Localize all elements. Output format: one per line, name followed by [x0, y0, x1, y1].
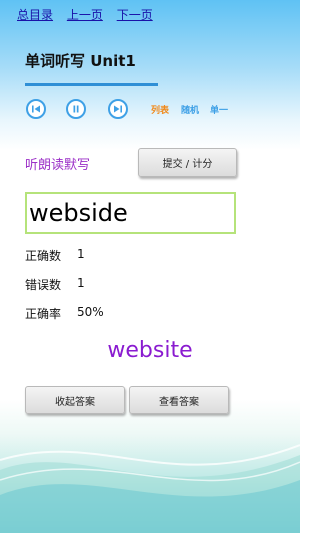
dictation-label: 听朗读默写	[25, 158, 91, 173]
mode-single-toggle[interactable]: 单一	[210, 103, 228, 116]
answer-input[interactable]	[25, 192, 236, 234]
skip-next-icon	[114, 105, 122, 113]
correct-answer-word: website	[107, 338, 193, 363]
wrong-count-value: 1	[77, 276, 85, 290]
submit-score-button[interactable]: 提交 / 计分	[138, 148, 237, 177]
accuracy-label: 正确率	[25, 307, 62, 321]
accuracy-value: 50%	[77, 305, 104, 319]
next-button[interactable]	[108, 99, 128, 119]
previous-button[interactable]	[26, 99, 46, 119]
nav-prev-link[interactable]: 上一页	[67, 8, 103, 22]
pause-icon	[73, 105, 79, 113]
pause-button[interactable]	[66, 99, 86, 119]
title-underline	[25, 83, 158, 86]
page-title: 单词听写 Unit1	[25, 52, 136, 70]
skip-previous-icon	[32, 105, 40, 113]
top-nav: 总目录 上一页 下一页	[17, 6, 163, 23]
wrong-count-label: 错误数	[25, 278, 62, 292]
nav-next-link[interactable]: 下一页	[117, 8, 153, 22]
nav-home-link[interactable]: 总目录	[17, 8, 53, 22]
mode-random-toggle[interactable]: 随机	[181, 103, 199, 116]
view-answer-button[interactable]: 查看答案	[129, 386, 229, 414]
mode-list-toggle[interactable]: 列表	[151, 103, 169, 116]
correct-count-label: 正确数	[25, 249, 62, 263]
collapse-answer-button[interactable]: 收起答案	[25, 386, 125, 414]
correct-count-value: 1	[77, 247, 85, 261]
